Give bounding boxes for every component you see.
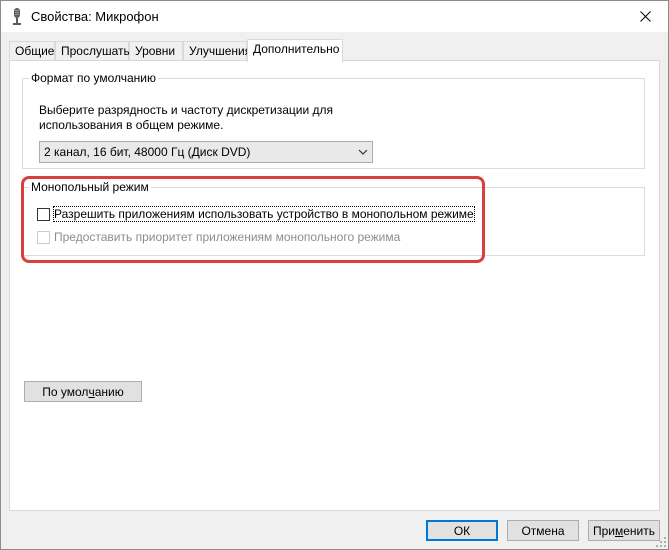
restore-defaults-button[interactable]: По умол ч анию <box>24 381 142 402</box>
allow-exclusive-checkbox[interactable] <box>37 207 50 221</box>
dialog-window: Свойства: Микрофон Общие Прослушать Уров… <box>0 0 669 550</box>
cancel-button[interactable]: Отмена <box>507 520 579 541</box>
tab-general[interactable]: Общие <box>9 41 55 61</box>
tab-levels[interactable]: Уровни <box>129 41 183 61</box>
title-bar[interactable]: Свойства: Микрофон <box>1 1 668 32</box>
tab-panel-advanced: Формат по умолчанию Выберите разрядность… <box>9 60 660 511</box>
close-button[interactable] <box>622 1 668 32</box>
exclusive-mode-group: Монопольный режим Разрешить приложениям … <box>22 180 645 256</box>
give-priority-checkbox <box>37 230 50 244</box>
window-title: Свойства: Микрофон <box>31 9 159 24</box>
tab-enhancements[interactable]: Улучшения <box>183 41 251 61</box>
restore-defaults-label-a: По умол <box>42 384 89 399</box>
default-format-description: Выберите разрядность и частоту дискретиз… <box>39 103 334 132</box>
format-select[interactable]: 2 канал, 16 бит, 48000 Гц (Диск DVD) <box>39 141 373 163</box>
apply-button[interactable]: При м енить <box>588 520 660 541</box>
tab-listen[interactable]: Прослушать <box>55 41 130 61</box>
microphone-icon <box>13 8 21 25</box>
format-select-value: 2 канал, 16 бит, 48000 Гц (Диск DVD) <box>44 145 251 159</box>
exclusive-mode-legend: Монопольный режим <box>29 180 151 194</box>
give-priority-checkbox-row: Предоставить приоритет приложениям моноп… <box>37 229 400 245</box>
apply-label-a: При <box>592 523 615 538</box>
apply-label-accel: м <box>615 523 624 538</box>
ok-button[interactable]: ОК <box>426 520 498 541</box>
resize-grip-icon[interactable] <box>656 537 666 547</box>
default-format-group: Формат по умолчанию Выберите разрядность… <box>22 71 645 169</box>
restore-defaults-label-b: анию <box>94 384 124 399</box>
default-format-legend: Формат по умолчанию <box>29 71 158 85</box>
close-icon <box>639 11 651 22</box>
apply-label-b: енить <box>623 523 656 538</box>
allow-exclusive-checkbox-row[interactable]: Разрешить приложениям использовать устро… <box>37 206 475 222</box>
chevron-down-icon <box>358 149 368 155</box>
give-priority-label: Предоставить приоритет приложениям моноп… <box>54 230 401 244</box>
tab-advanced[interactable]: Дополнительно <box>247 39 343 62</box>
allow-exclusive-label[interactable]: Разрешить приложениям использовать устро… <box>53 206 475 222</box>
